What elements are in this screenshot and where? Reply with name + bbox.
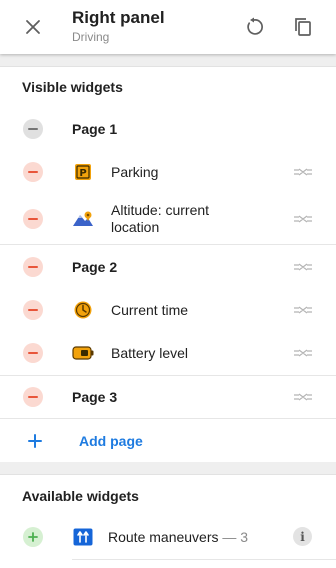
page-row-1: Page 1 (0, 110, 336, 148)
section-separator (0, 54, 336, 67)
widget-name: Route maneuvers (108, 529, 219, 545)
title-block: Right panel Driving (72, 7, 165, 45)
add-widget-button[interactable] (23, 527, 43, 547)
route-maneuvers-icon (72, 526, 94, 548)
remove-page-button[interactable] (23, 257, 43, 277)
remove-page-button[interactable] (23, 387, 43, 407)
altitude-icon (72, 208, 94, 230)
reset-button[interactable] (240, 13, 268, 41)
page-row-3: Page 3 (0, 378, 336, 416)
widget-label-line-1: Altitude: current (111, 202, 210, 218)
drag-handle-icon[interactable] (293, 347, 313, 359)
remove-page-button[interactable] (23, 119, 43, 139)
widget-label: Parking (111, 164, 159, 180)
drag-handle-icon[interactable] (293, 213, 313, 225)
divider (0, 375, 336, 376)
minus-icon (28, 128, 38, 130)
minus-icon (28, 352, 38, 354)
widget-row-parking: P Parking (0, 152, 336, 192)
minus-icon (28, 266, 38, 268)
plus-icon (28, 532, 38, 542)
widget-label: Current time (111, 302, 189, 318)
reset-icon (247, 17, 263, 35)
minus-icon (28, 396, 38, 398)
close-button[interactable] (20, 14, 46, 40)
page-label: Page 2 (72, 259, 118, 275)
page-subtitle: Driving (72, 30, 110, 44)
plus-icon (28, 434, 42, 448)
copy-icon (295, 18, 311, 36)
section-separator (0, 462, 336, 475)
info-icon: i (300, 529, 305, 544)
svg-text:P: P (79, 168, 86, 179)
info-button[interactable]: i (293, 527, 312, 546)
minus-icon (28, 171, 38, 173)
page-row-2: Page 2 (0, 248, 336, 286)
battery-icon (72, 342, 94, 364)
widget-row-route-maneuvers: Route maneuvers — 3 i (0, 517, 336, 557)
page-title: Right panel (72, 8, 165, 27)
drag-handle-icon[interactable] (293, 391, 313, 403)
add-page-button[interactable]: Add page (79, 433, 143, 449)
widget-row-battery: Battery level (0, 333, 336, 373)
widget-row-altitude: Altitude: current location (0, 196, 336, 242)
copy-button[interactable] (289, 13, 317, 41)
widget-label: Battery level (111, 345, 189, 361)
page-label: Page 3 (72, 389, 118, 405)
widget-count: 3 (240, 529, 249, 545)
minus-icon (28, 218, 38, 220)
drag-handle-icon[interactable] (293, 166, 313, 178)
remove-widget-button[interactable] (23, 300, 43, 320)
remove-widget-button[interactable] (23, 343, 43, 363)
available-widgets-header: Available widgets (22, 488, 139, 504)
close-icon (26, 20, 40, 34)
visible-widgets-header: Visible widgets (22, 79, 123, 95)
remove-widget-button[interactable] (23, 209, 43, 229)
widget-label: Route maneuvers — 3 (108, 529, 248, 546)
drag-handle-icon[interactable] (293, 304, 313, 316)
drag-handle-icon[interactable] (293, 261, 313, 273)
remove-widget-button[interactable] (23, 162, 43, 182)
add-page-row[interactable]: Add page (0, 421, 336, 461)
divider (72, 559, 336, 560)
page-label: Page 1 (72, 121, 118, 137)
widget-dash: — (218, 529, 241, 545)
divider (0, 418, 336, 419)
clock-icon (72, 299, 94, 321)
divider (0, 244, 336, 245)
parking-icon: P (72, 161, 94, 183)
widget-row-current-time: Current time (0, 290, 336, 330)
widget-label-line-2: location (111, 219, 160, 235)
minus-icon (28, 309, 38, 311)
top-bar: Right panel Driving (0, 0, 336, 54)
